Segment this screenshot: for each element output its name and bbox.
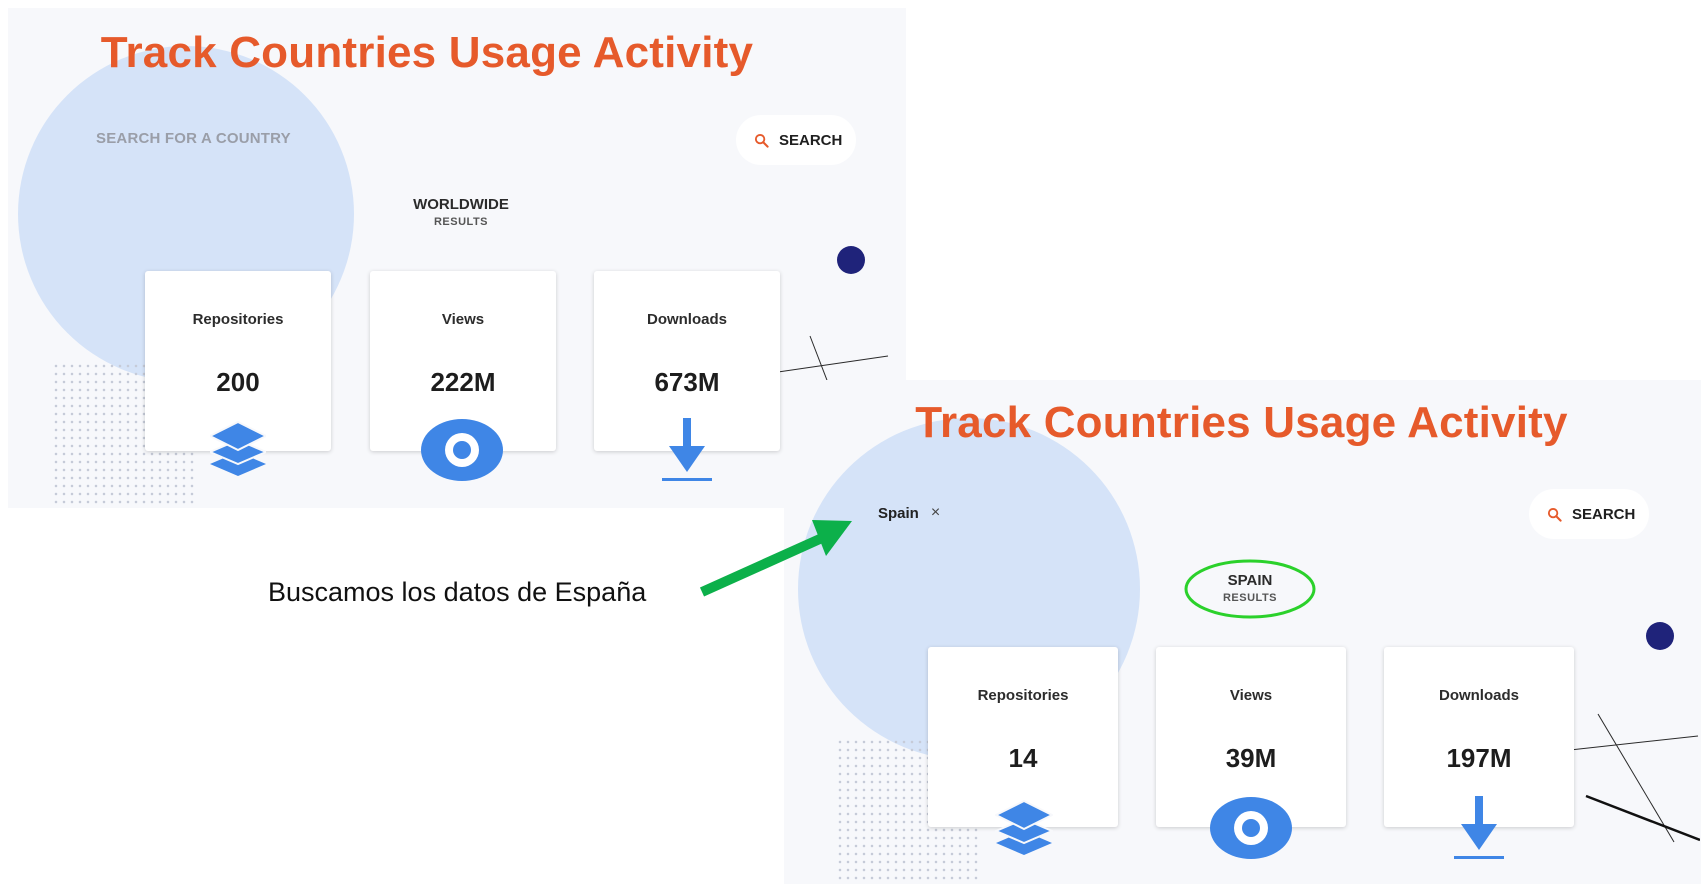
search-input[interactable]: Spain × [878,504,940,522]
card-value: 197M [1446,743,1512,773]
dashboard-after: Track Countries Usage Activity Spain × S… [784,380,1701,884]
card-value: 222M [430,367,496,397]
page-title: Track Countries Usage Activity [915,398,1568,447]
card-label: Downloads [646,311,727,328]
search-input[interactable]: SEARCH FOR A COUNTRY [96,130,291,147]
search-value: Spain [878,504,919,522]
card-value: 673M [654,367,720,397]
results-sub: RESULTS [433,216,489,228]
search-icon [1547,507,1562,522]
decorative-dot [1646,622,1674,650]
search-button-label: SEARCH [1572,505,1636,523]
decorative-lines [1570,713,1700,843]
eye-icon [421,419,503,481]
search-button[interactable]: SEARCH [736,115,857,165]
results-region: WORLDWIDE [413,196,509,213]
card-label: Repositories [192,311,284,328]
clear-search-icon[interactable]: × [931,504,940,522]
card-value: 200 [216,367,260,397]
card-value: 39M [1225,743,1277,773]
decorative-dot [837,246,865,274]
search-button[interactable]: SEARCH [1529,489,1650,539]
eye-icon [1210,797,1292,859]
results-region: SPAIN [1227,572,1273,589]
layers-icon [995,799,1053,855]
annotation-caption: Buscamos los datos de España [268,577,647,607]
download-icon [1454,796,1504,859]
results-heading: WORLDWIDE RESULTS [361,196,561,228]
card-label: Views [441,311,485,328]
card-label: Repositories [977,687,1069,704]
page-title: Track Countries Usage Activity [100,28,754,77]
results-heading: SPAIN RESULTS [1150,572,1350,604]
card-label: Views [1229,687,1273,704]
dashboard-before: Track Countries Usage Activity SEARCH FO… [8,8,906,508]
search-icon [754,133,769,148]
card-label: Downloads [1438,687,1519,704]
download-icon [662,418,712,481]
layers-icon [210,420,266,476]
results-sub: RESULTS [1222,592,1278,604]
search-button-label: SEARCH [779,131,843,149]
card-value: 14 [1008,743,1038,773]
